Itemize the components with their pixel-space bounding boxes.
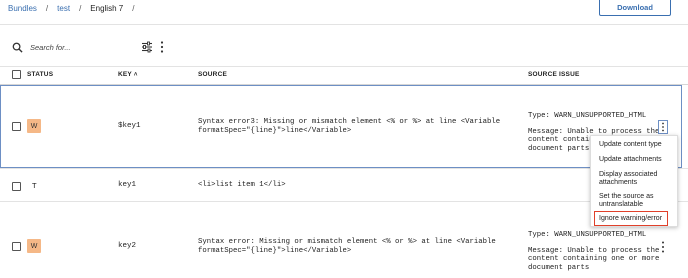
breadcrumb-separator: / (79, 4, 82, 13)
column-header-source[interactable]: SOURCE (198, 71, 227, 78)
row-key: key2 (118, 242, 137, 250)
issue-message: Message: Unable to process the (528, 246, 660, 255)
select-all-checkbox[interactable] (12, 70, 21, 79)
more-options-icon (662, 122, 664, 132)
row-source: <li>list item 1</li> (198, 181, 286, 189)
menu-item-display-associated-attachments[interactable]: Display associated attachments (599, 171, 663, 187)
row-checkbox[interactable] (12, 182, 21, 191)
row-checkbox[interactable] (12, 242, 21, 251)
breadcrumb-link-test[interactable]: test (57, 4, 70, 13)
row-source-issue: Type: WARN_UNSUPPORTED_HTML Message: Una… (528, 231, 659, 272)
divider (0, 66, 688, 67)
divider (0, 168, 688, 169)
more-options-icon[interactable] (660, 240, 666, 254)
status-badge-warning: W (27, 239, 41, 253)
sort-ascending-icon: ˄ (133, 72, 138, 78)
row-source: Syntax error3: Missing or mismatch eleme… (198, 118, 500, 135)
source-line: Syntax error: Missing or mismatch elemen… (198, 238, 496, 246)
menu-item-ignore-warning-error[interactable]: Ignore warning/error (599, 215, 675, 223)
search-input[interactable] (30, 40, 120, 54)
column-header-key-label: KEY (118, 71, 132, 78)
menu-item-update-attachments[interactable]: Update attachments (599, 156, 675, 164)
row-key: $key1 (118, 122, 141, 130)
breadcrumb-separator: / (132, 4, 135, 13)
search-icon (12, 42, 23, 53)
menu-item-set-untranslatable[interactable]: Set the source as untranslatable (599, 193, 663, 209)
breadcrumb-separator: / (45, 4, 49, 13)
breadcrumb-link-bundles[interactable]: Bundles (8, 4, 37, 13)
row-more-options-button[interactable] (658, 120, 668, 134)
menu-item-update-content-type[interactable]: Update content type (599, 141, 675, 149)
column-header-source-issue[interactable]: SOURCE ISSUE (528, 71, 580, 78)
status-text: T (32, 181, 37, 190)
column-header-key[interactable]: KEY ˄ (118, 71, 138, 78)
divider (0, 24, 688, 25)
issue-message: document parts (528, 263, 590, 272)
row-checkbox[interactable] (12, 122, 21, 131)
row-key: key1 (118, 181, 137, 189)
issue-message: content containing one or more (528, 255, 660, 263)
download-button[interactable]: Download (599, 0, 671, 16)
issue-type: Type: WARN_UNSUPPORTED_HTML (528, 112, 647, 120)
source-line: Syntax error3: Missing or mismatch eleme… (198, 118, 501, 126)
source-line: formatSpec="{line}">line</Variable> (198, 246, 352, 255)
source-line: formatSpec="{line}">line</Variable> (198, 126, 352, 135)
breadcrumb: Bundles / test / English 7 / (8, 4, 143, 13)
issue-type: Type: WARN_UNSUPPORTED_HTML (528, 231, 647, 239)
row-source: Syntax error: Missing or mismatch elemen… (198, 238, 496, 255)
column-header-status[interactable]: STATUS (27, 71, 53, 78)
more-options-icon[interactable] (158, 40, 166, 54)
divider (0, 201, 688, 202)
status-badge-warning: W (27, 119, 41, 133)
filter-icon[interactable] (141, 41, 153, 53)
breadcrumb-current: English 7 (90, 4, 124, 13)
